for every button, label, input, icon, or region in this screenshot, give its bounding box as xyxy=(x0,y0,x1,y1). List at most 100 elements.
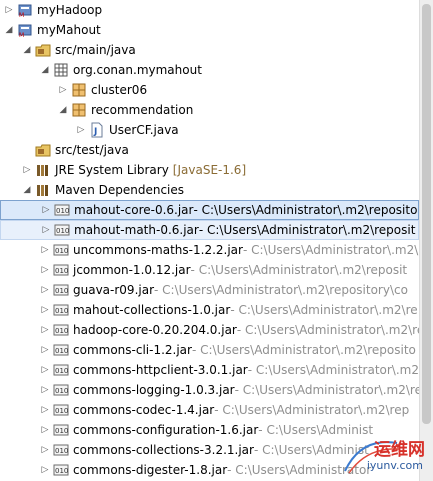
jar-name: mahout-collections-1.0.jar xyxy=(73,303,231,317)
tree-item-jar[interactable]: ▷ 010 guava-r09.jar - C:\Users\Administr… xyxy=(0,280,419,300)
svg-text:010: 010 xyxy=(55,287,68,295)
tree-item-jar[interactable]: ▷ 010 mahout-core-0.6.jar - C:\Users\Adm… xyxy=(0,200,419,220)
svg-text:010: 010 xyxy=(55,327,68,335)
svg-text:J: J xyxy=(93,127,97,137)
jar-name: jcommon-1.0.12.jar xyxy=(73,263,191,277)
expanded-arrow-icon[interactable]: ◢ xyxy=(22,45,32,55)
tree-item-jar[interactable]: ▷ 010 commons-cli-1.2.jar - C:\Users\Adm… xyxy=(0,340,419,360)
jar-path: - C:\Users\Administrator\.m2\reposit xyxy=(190,263,408,277)
jar-icon: 010 xyxy=(53,264,69,276)
expanded-arrow-icon[interactable]: ◢ xyxy=(22,185,32,195)
project-icon: M xyxy=(18,4,32,18)
svg-text:010: 010 xyxy=(55,347,68,355)
tree-item-jre-library[interactable]: ▷ JRE System Library [JavaSE-1.6] xyxy=(0,160,419,180)
package-explorer-tree[interactable]: ▷ M myHadoop ◢ M myMahout ◢ src/main/jav… xyxy=(0,0,419,481)
jar-icon: 010 xyxy=(54,204,70,216)
collapsed-arrow-icon[interactable]: ▷ xyxy=(40,425,50,435)
java-file-icon: J xyxy=(91,122,103,138)
svg-text:010: 010 xyxy=(55,367,68,375)
collapsed-arrow-icon[interactable]: ▷ xyxy=(40,345,50,355)
tree-item-jar[interactable]: ▷ 010 hadoop-core-0.20.204.0.jar - C:\Us… xyxy=(0,320,419,340)
tree-item-recommendation[interactable]: ◢ recommendation xyxy=(0,100,419,120)
tree-item-package[interactable]: ◢ org.conan.mymahout xyxy=(0,60,419,80)
scrollbar-thumb[interactable] xyxy=(422,4,431,424)
jar-icon: 010 xyxy=(53,444,69,456)
collapsed-arrow-icon[interactable]: ▷ xyxy=(22,165,32,175)
collapsed-arrow-icon[interactable]: ▷ xyxy=(4,5,14,15)
collapsed-arrow-icon[interactable]: ▷ xyxy=(40,365,50,375)
jar-name: commons-logging-1.0.3.jar xyxy=(73,383,235,397)
collapsed-arrow-icon[interactable]: ▷ xyxy=(41,205,51,215)
svg-text:010: 010 xyxy=(55,387,68,395)
jar-icon: 010 xyxy=(53,324,69,336)
file-label: UserCF.java xyxy=(109,123,179,137)
expanded-arrow-icon[interactable]: ◢ xyxy=(58,105,68,115)
collapsed-arrow-icon[interactable]: ▷ xyxy=(40,245,50,255)
package-label: recommendation xyxy=(91,103,194,117)
jar-icon: 010 xyxy=(53,404,69,416)
jar-icon: 010 xyxy=(53,384,69,396)
jar-name: commons-digester-1.8.jar xyxy=(73,463,228,477)
svg-text:M: M xyxy=(19,32,24,38)
jar-icon: 010 xyxy=(53,284,69,296)
collapsed-arrow-icon[interactable]: ▷ xyxy=(58,85,68,95)
collapsed-arrow-icon[interactable] xyxy=(22,145,32,155)
jar-icon: 010 xyxy=(53,364,69,376)
collapsed-arrow-icon[interactable]: ▷ xyxy=(40,385,50,395)
jar-name: commons-cli-1.2.jar xyxy=(73,343,192,357)
package-label: org.conan.mymahout xyxy=(73,63,202,77)
tree-item-src-test-java[interactable]: src/test/java xyxy=(0,140,419,160)
package-icon xyxy=(54,63,68,77)
library-decoration: [JavaSE-1.6] xyxy=(172,163,247,177)
svg-text:M: M xyxy=(19,12,24,18)
library-icon xyxy=(37,185,48,196)
package-icon xyxy=(72,103,86,117)
tree-item-jar[interactable]: ▷ 010 mahout-collections-1.0.jar - C:\Us… xyxy=(0,300,419,320)
jar-path: - C:\Users\Administrator\.m2\re xyxy=(234,383,419,397)
tree-item-jar[interactable]: ▷ 010 jcommon-1.0.12.jar - C:\Users\Admi… xyxy=(0,260,419,280)
jar-path: - C:\Users\Administrator\.m2\reposit xyxy=(198,223,416,237)
collapsed-arrow-icon[interactable]: ▷ xyxy=(41,225,51,235)
package-icon xyxy=(72,83,86,97)
svg-text:010: 010 xyxy=(55,407,68,415)
library-label: JRE System Library xyxy=(55,163,169,177)
collapsed-arrow-icon[interactable]: ▷ xyxy=(40,445,50,455)
tree-item-jar[interactable]: ▷ 010 commons-logging-1.0.3.jar - C:\Use… xyxy=(0,380,419,400)
jar-name: commons-configuration-1.6.jar xyxy=(73,423,259,437)
svg-text:010: 010 xyxy=(55,247,68,255)
tree-item-jar[interactable]: ▷ 010 commons-httpclient-3.0.1.jar - C:\… xyxy=(0,360,419,380)
jar-path: - C:\Users\Administrator\.m2\reposito xyxy=(191,343,416,357)
tree-item-jar[interactable]: ▷ 010 mahout-math-0.6.jar - C:\Users\Adm… xyxy=(0,220,419,240)
collapsed-arrow-icon[interactable]: ▷ xyxy=(40,265,50,275)
collapsed-arrow-icon[interactable]: ▷ xyxy=(40,325,50,335)
jar-icon: 010 xyxy=(53,464,69,476)
tree-item-src-main-java[interactable]: ◢ src/main/java xyxy=(0,40,419,60)
tree-item-usercf-java[interactable]: ▷ J UserCF.java xyxy=(0,120,419,140)
tree-item-jar[interactable]: ▷ 010 uncommons-maths-1.2.2.jar - C:\Use… xyxy=(0,240,419,260)
vertical-scrollbar[interactable] xyxy=(419,0,433,481)
expanded-arrow-icon[interactable]: ◢ xyxy=(40,65,50,75)
jar-icon: 010 xyxy=(53,424,69,436)
tree-item-cluster06[interactable]: ▷ cluster06 xyxy=(0,80,419,100)
svg-text:010: 010 xyxy=(56,207,69,215)
jar-icon: 010 xyxy=(53,244,69,256)
watermark-logo: 运维网 iyunv.com xyxy=(341,429,431,479)
tree-item-myhadoop[interactable]: ▷ M myHadoop xyxy=(0,0,419,20)
tree-item-mymahout[interactable]: ◢ M myMahout xyxy=(0,20,419,40)
svg-text:010: 010 xyxy=(55,307,68,315)
svg-text:010: 010 xyxy=(55,427,68,435)
jar-icon: 010 xyxy=(54,224,70,236)
collapsed-arrow-icon[interactable]: ▷ xyxy=(40,405,50,415)
source-folder-icon xyxy=(35,44,51,57)
collapsed-arrow-icon[interactable]: ▷ xyxy=(40,285,50,295)
jar-name: commons-httpclient-3.0.1.jar xyxy=(73,363,248,377)
expanded-arrow-icon[interactable]: ◢ xyxy=(4,25,14,35)
folder-label: src/test/java xyxy=(55,143,129,157)
tree-item-jar[interactable]: ▷ 010 commons-codec-1.4.jar - C:\Users\A… xyxy=(0,400,419,420)
watermark-text: 运维网 xyxy=(374,440,425,460)
jar-name: guava-r09.jar xyxy=(73,283,154,297)
collapsed-arrow-icon[interactable]: ▷ xyxy=(40,305,50,315)
tree-item-maven-dependencies[interactable]: ◢ Maven Dependencies xyxy=(0,180,419,200)
collapsed-arrow-icon[interactable]: ▷ xyxy=(40,465,50,475)
collapsed-arrow-icon[interactable]: ▷ xyxy=(76,125,86,135)
